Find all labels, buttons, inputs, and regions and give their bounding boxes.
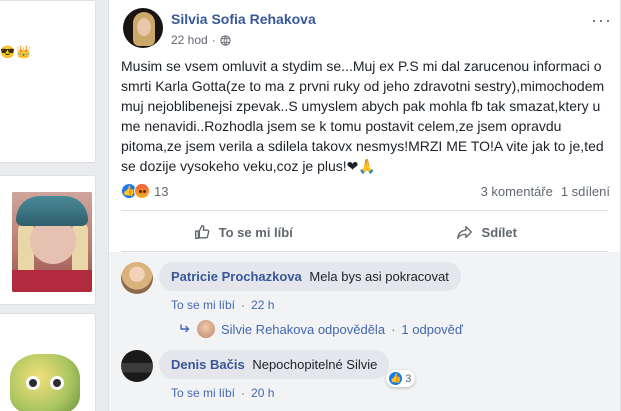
comments-count[interactable]: 3 komentáře: [481, 184, 553, 199]
crown-emoji-icon: 👑: [15, 45, 31, 59]
shares-count[interactable]: 1 sdílení: [561, 184, 610, 199]
thumbs-up-icon: [194, 225, 210, 239]
meta-separator: ·: [211, 33, 216, 47]
share-button[interactable]: Sdílet: [365, 214, 609, 250]
comment-1-meta: To se mi líbí · 22 h: [171, 298, 274, 312]
comment-bubble: Denis Bačis Nepochopitelné Silvie 👍 3: [159, 350, 416, 387]
comment-text: Mela bys asi pokracovat: [309, 269, 449, 284]
comment-2: Denis Bačis Nepochopitelné Silvie 👍 3: [121, 350, 416, 387]
more-options-icon[interactable]: ···: [591, 10, 612, 31]
post-card: Silvia Sofia Rehakova 22 hod · ··· Musim…: [108, 0, 621, 411]
share-label: Sdílet: [481, 224, 517, 240]
left-card-photo: [0, 175, 96, 305]
reply-count[interactable]: 1 odpověď: [401, 322, 462, 337]
comment-time[interactable]: 22 h: [251, 298, 274, 312]
toy-image[interactable]: [10, 354, 80, 411]
comment-author[interactable]: Patricie Prochazkova: [171, 269, 302, 284]
post-text: Musim se vsem omluvit a stydim se...Muj …: [121, 58, 605, 174]
comment-1: Patricie Prochazkova Mela bys asi pokrac…: [121, 262, 461, 294]
comment-time[interactable]: 20 h: [251, 386, 274, 400]
comment-meta-separator: ·: [241, 386, 246, 400]
reply-separator: ·: [391, 321, 396, 337]
comment-bubble: Patricie Prochazkova Mela bys asi pokrac…: [159, 262, 461, 291]
like-label: To se mi líbí: [218, 224, 293, 240]
comment-text: Nepochopitelné Silvie: [252, 357, 378, 372]
like-reaction-icon: 👍: [388, 371, 404, 386]
comment-author[interactable]: Denis Bačis: [171, 357, 245, 372]
divider-top: [121, 210, 608, 211]
comments-section: Patricie Prochazkova Mela bys asi pokrac…: [109, 252, 620, 411]
comment-2-meta: To se mi líbí · 20 h: [171, 386, 274, 400]
reply-avatar: [197, 320, 215, 338]
post-actions: To se mi líbí Sdílet: [121, 214, 608, 250]
left-card-top: 😎 👑: [0, 0, 96, 163]
reaction-count[interactable]: 13: [154, 184, 168, 199]
left-card-bottom: [0, 313, 96, 411]
post-meta: 22 hod ·: [171, 33, 231, 47]
commenter-avatar[interactable]: [121, 262, 153, 294]
commenter-avatar[interactable]: [121, 350, 153, 382]
profile-photo-thumbnail[interactable]: [12, 192, 92, 292]
reply-summary-text[interactable]: Silvie Rehakova odpověděla: [221, 322, 385, 337]
author-avatar[interactable]: [123, 8, 163, 48]
comment-meta-separator: ·: [241, 298, 246, 312]
globe-icon[interactable]: [220, 34, 231, 46]
comment-like-link[interactable]: To se mi líbí: [171, 298, 235, 312]
post-stats: 3 komentáře 1 sdílení: [481, 184, 610, 199]
comment-reaction-count: 3: [405, 372, 412, 385]
reply-arrow-icon: [180, 324, 190, 333]
comment-reaction-badge[interactable]: 👍 3: [386, 370, 416, 387]
reaction-summary[interactable]: 👍 13: [121, 183, 168, 199]
share-arrow-icon: [456, 225, 472, 239]
post-time[interactable]: 22 hod: [171, 33, 208, 47]
post-author[interactable]: Silvia Sofia Rehakova: [171, 11, 316, 27]
sunglasses-emoji-icon: 😎: [0, 45, 15, 59]
angry-reaction-icon: [134, 183, 150, 199]
comment-like-link[interactable]: To se mi líbí: [171, 386, 235, 400]
emoji-row: 😎 👑: [0, 45, 31, 59]
reply-summary[interactable]: Silvie Rehakova odpověděla · 1 odpověď: [179, 320, 463, 338]
like-button[interactable]: To se mi líbí: [121, 214, 365, 250]
